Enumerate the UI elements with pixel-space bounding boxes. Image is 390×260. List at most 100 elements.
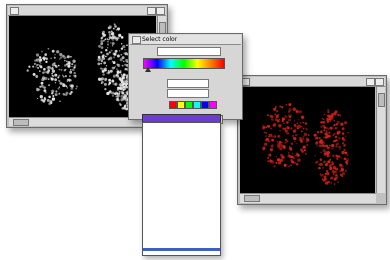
cell-speckle bbox=[329, 166, 333, 170]
color-swatch[interactable] bbox=[177, 101, 185, 109]
cell-speckle bbox=[323, 113, 325, 116]
cell-speckle bbox=[35, 58, 39, 62]
cell-speckle bbox=[276, 158, 281, 162]
color-swatch[interactable] bbox=[193, 101, 201, 109]
cell-speckle bbox=[331, 143, 335, 148]
right-vscroll-thumb[interactable] bbox=[378, 93, 385, 107]
cell-speckle bbox=[330, 182, 332, 184]
cell-speckle bbox=[342, 172, 345, 176]
cell-speckle bbox=[59, 81, 63, 85]
cell-speckle bbox=[288, 145, 291, 148]
cell-speckle bbox=[344, 169, 348, 173]
cell-speckle bbox=[117, 99, 120, 102]
dialog-mid-field[interactable] bbox=[167, 79, 209, 88]
minimize-icon[interactable] bbox=[147, 7, 156, 15]
maximize-icon[interactable] bbox=[375, 78, 384, 86]
cell-speckle bbox=[322, 166, 324, 169]
cell-speckle bbox=[124, 67, 127, 71]
cell-speckle bbox=[318, 144, 322, 148]
minimize-icon[interactable] bbox=[366, 78, 375, 86]
cell-speckle bbox=[111, 94, 115, 97]
cell-speckle bbox=[116, 94, 120, 98]
cell-speckle bbox=[122, 60, 125, 63]
cell-speckle bbox=[332, 154, 335, 158]
cell-speckle bbox=[108, 78, 112, 82]
color-swatch[interactable] bbox=[169, 101, 177, 109]
red-cell-image bbox=[262, 103, 349, 185]
cell-speckle bbox=[66, 55, 70, 59]
cell-speckle bbox=[113, 92, 116, 95]
right-horizontal-scrollbar[interactable] bbox=[240, 193, 376, 203]
dialog-titlebar[interactable]: Select color bbox=[130, 35, 241, 45]
right-image-window bbox=[237, 75, 387, 205]
cell-speckle bbox=[106, 72, 108, 74]
window-menu-icon[interactable] bbox=[132, 36, 141, 44]
cell-speckle bbox=[51, 66, 54, 69]
cell-speckle bbox=[106, 38, 109, 40]
color-swatch[interactable] bbox=[209, 101, 217, 109]
cell-speckle bbox=[284, 115, 288, 119]
cell-speckle bbox=[337, 155, 341, 158]
cell-speckle bbox=[58, 76, 60, 78]
window-menu-icon[interactable] bbox=[10, 7, 19, 15]
cell-speckle bbox=[275, 156, 277, 158]
cell-speckle bbox=[115, 73, 119, 77]
cell-speckle bbox=[120, 78, 124, 82]
cell-speckle bbox=[302, 135, 305, 138]
color-gradient-bar[interactable] bbox=[143, 58, 225, 69]
cell-speckle bbox=[284, 141, 287, 144]
dialog-top-field[interactable] bbox=[157, 47, 221, 56]
cell-speckle bbox=[334, 167, 339, 171]
dialog-low-field[interactable] bbox=[167, 89, 209, 98]
cell-speckle bbox=[52, 75, 55, 77]
cell-speckle bbox=[114, 91, 118, 95]
right-hscroll-thumb[interactable] bbox=[244, 195, 260, 202]
maximize-icon[interactable] bbox=[156, 7, 165, 15]
cell-speckle bbox=[51, 69, 56, 73]
cell-speckle bbox=[100, 62, 103, 65]
cell-speckle bbox=[116, 68, 118, 70]
cell-speckle bbox=[333, 120, 335, 122]
cell-speckle bbox=[120, 36, 124, 39]
cell-speckle bbox=[277, 119, 280, 123]
cell-speckle bbox=[341, 127, 345, 131]
cell-speckle bbox=[314, 161, 317, 164]
left-window-titlebar[interactable] bbox=[8, 6, 166, 16]
cell-speckle bbox=[320, 151, 322, 154]
lookup-table-dropdown-list[interactable] bbox=[142, 122, 221, 256]
right-vertical-scrollbar[interactable] bbox=[376, 87, 385, 193]
cell-speckle bbox=[71, 63, 74, 66]
cell-speckle bbox=[118, 90, 121, 93]
gradient-pointer-icon[interactable] bbox=[145, 67, 151, 72]
color-swatch[interactable] bbox=[185, 101, 193, 109]
cell-speckle bbox=[39, 64, 42, 68]
cell-speckle bbox=[335, 145, 338, 148]
cell-speckle bbox=[331, 163, 334, 166]
left-hscroll-thumb[interactable] bbox=[13, 119, 29, 126]
cell-speckle bbox=[298, 125, 302, 129]
color-swatch[interactable] bbox=[201, 101, 209, 109]
cell-speckle bbox=[50, 57, 52, 59]
cell-speckle bbox=[123, 85, 126, 89]
cell-speckle bbox=[325, 130, 328, 133]
right-window-titlebar[interactable] bbox=[239, 77, 385, 87]
cell-speckle bbox=[301, 115, 305, 119]
cell-speckle bbox=[328, 181, 331, 184]
cell-speckle bbox=[115, 95, 117, 98]
cell-speckle bbox=[100, 77, 105, 81]
cell-speckle bbox=[347, 131, 349, 134]
cell-speckle bbox=[74, 64, 77, 67]
cell-speckle bbox=[262, 126, 265, 130]
cell-speckle bbox=[53, 56, 56, 59]
cell-speckle bbox=[273, 135, 277, 138]
cell-speckle bbox=[71, 68, 75, 72]
cell-speckle bbox=[331, 112, 334, 116]
cell-speckle bbox=[267, 124, 271, 128]
dropdown-item[interactable] bbox=[143, 247, 220, 252]
cell-speckle bbox=[302, 121, 305, 124]
cell-speckle bbox=[58, 86, 61, 88]
cell-speckle bbox=[97, 62, 101, 66]
cell-speckle bbox=[44, 53, 48, 56]
cell-speckle bbox=[100, 59, 104, 63]
cell-speckle bbox=[120, 94, 124, 98]
